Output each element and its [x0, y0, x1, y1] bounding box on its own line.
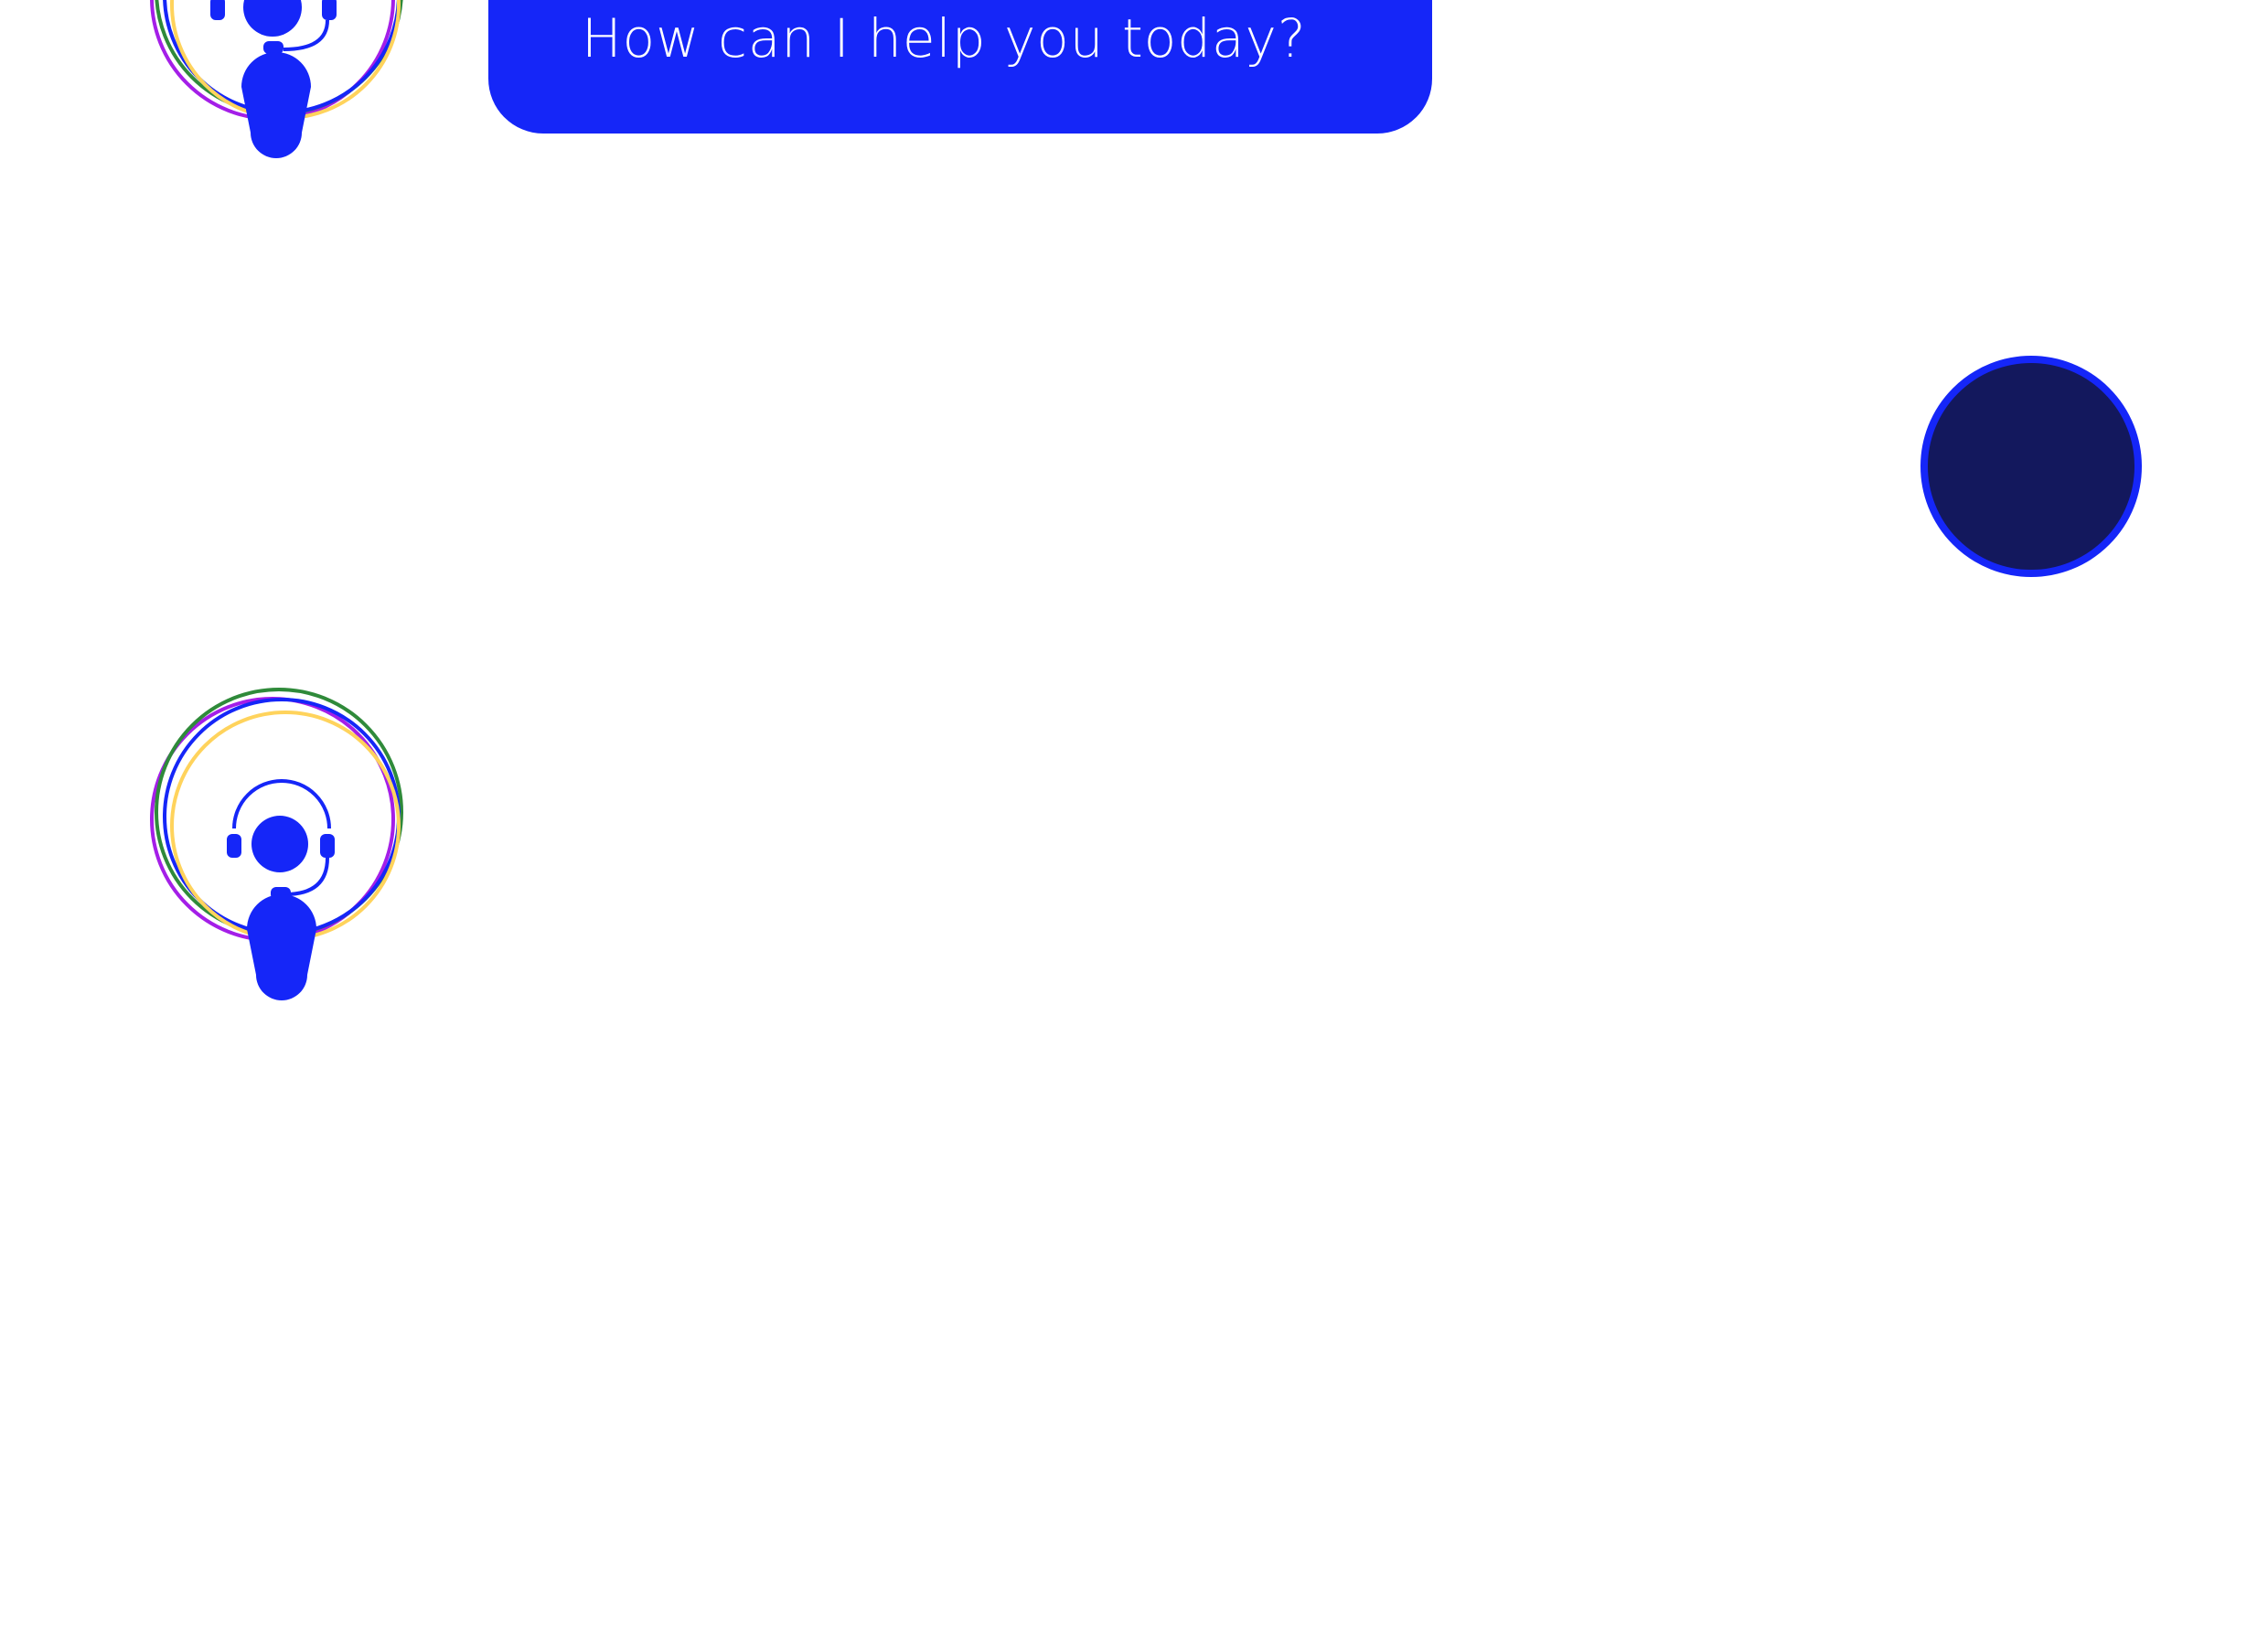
record-circle-button[interactable]	[1920, 356, 2142, 577]
assistant-avatar-top	[119, 0, 430, 219]
support-agent-headset-icon	[150, 0, 403, 158]
support-agent-headset-icon	[150, 688, 403, 1000]
assistant-avatar-bottom	[119, 677, 430, 1042]
assistant-message-bubble: How can I help you today?	[488, 0, 1432, 134]
chat-screen: How can I help you today?	[0, 0, 2268, 1646]
assistant-message-text: How can I help you today?	[582, 7, 1307, 69]
